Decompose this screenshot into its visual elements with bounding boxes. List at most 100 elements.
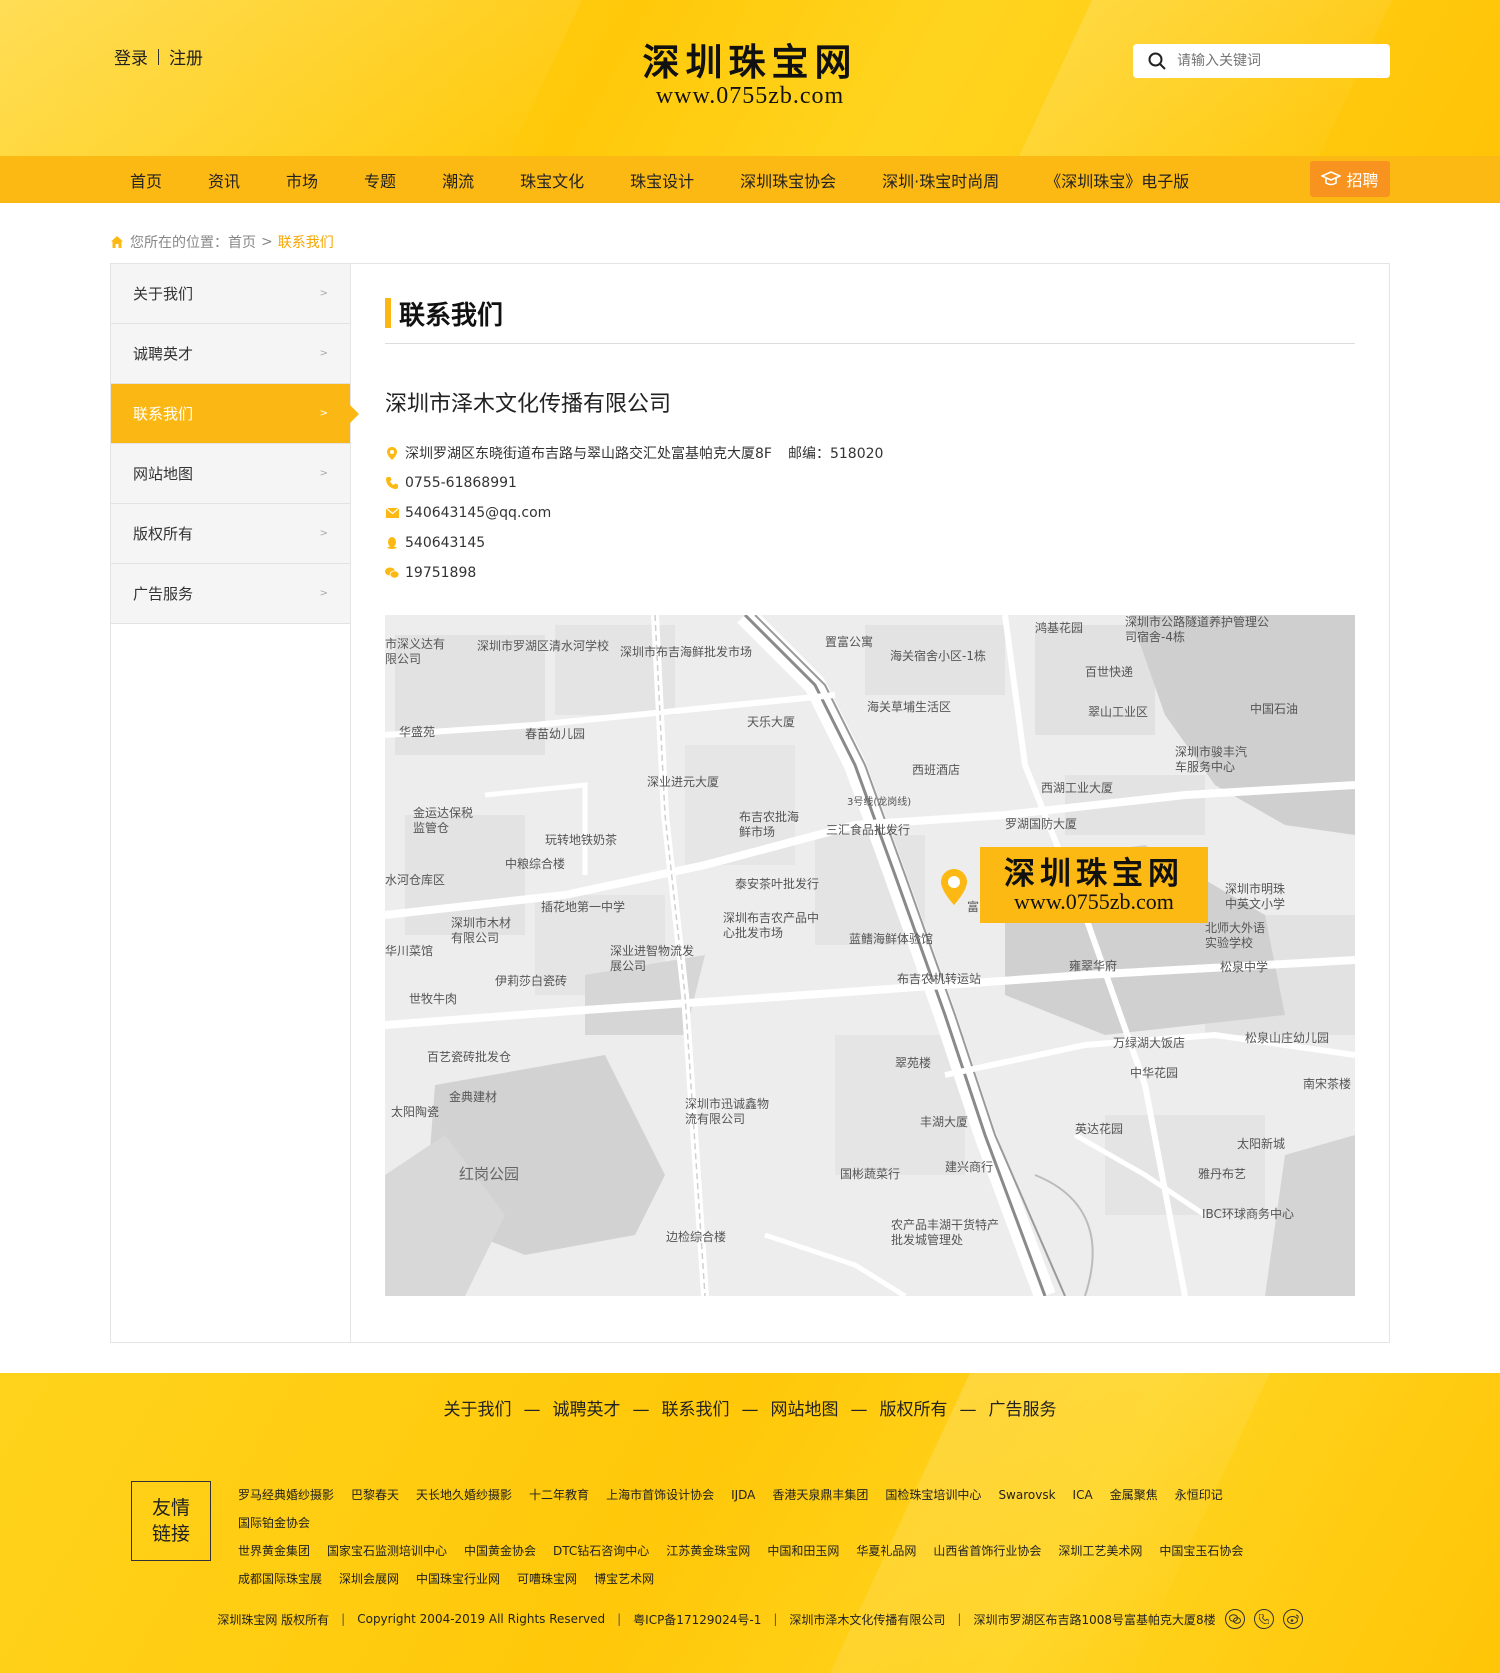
copyright-site: 深圳珠宝网 版权所有 bbox=[217, 1612, 330, 1627]
footer-link-copyright[interactable]: 版权所有 bbox=[880, 1395, 948, 1420]
friend-link[interactable]: 深圳工艺美术网 bbox=[1058, 1537, 1142, 1565]
nav-trends[interactable]: 潮流 bbox=[442, 168, 474, 192]
friend-link[interactable]: 深圳会展网 bbox=[339, 1565, 399, 1593]
title-accent-bar bbox=[385, 298, 391, 328]
chevron-right-icon: > bbox=[319, 408, 328, 419]
map-badge-url: www.0755zb.com bbox=[1014, 889, 1174, 914]
search-input[interactable] bbox=[1177, 53, 1367, 69]
site-logo[interactable]: 深圳珠宝网 www.0755zb.com bbox=[640, 40, 860, 108]
sidebar-item-about[interactable]: 关于我们 > bbox=[111, 264, 350, 324]
sidebar-item-contact[interactable]: 联系我们 > bbox=[111, 384, 359, 444]
map-label: 西湖工业大厦 bbox=[1041, 781, 1114, 795]
friend-link[interactable]: 中国黄金协会 bbox=[464, 1537, 536, 1565]
recruit-button[interactable]: 招聘 bbox=[1310, 161, 1390, 197]
weibo-icon[interactable] bbox=[1282, 1609, 1303, 1629]
icp-number[interactable]: 粤ICP备17129024号-1 bbox=[633, 1611, 761, 1628]
sidebar-item-label: 版权所有 bbox=[133, 525, 194, 543]
friend-link[interactable]: 国检珠宝培训中心 bbox=[885, 1481, 981, 1509]
map-label: 百艺瓷砖批发仓 bbox=[427, 1050, 512, 1064]
map-label: 深圳市骏丰汽车服务中心 bbox=[1175, 745, 1248, 774]
footer-link-sitemap[interactable]: 网站地图 bbox=[771, 1395, 839, 1420]
friend-link[interactable]: 世界黄金集团 bbox=[238, 1537, 310, 1565]
friend-link[interactable]: 国家宝石监测培训中心 bbox=[327, 1537, 447, 1565]
map-label: 英达花园 bbox=[1075, 1122, 1124, 1136]
friend-link[interactable]: 山西省首饰行业协会 bbox=[933, 1537, 1041, 1565]
login-link[interactable]: 登录 bbox=[114, 44, 148, 69]
map-label: 金典建材 bbox=[449, 1090, 498, 1104]
nav-topics[interactable]: 专题 bbox=[364, 168, 396, 192]
company-name: 深圳市泽木文化传播有限公司 bbox=[385, 392, 672, 417]
phone-icon[interactable] bbox=[1253, 1609, 1274, 1629]
nav-fashion-week[interactable]: 深圳·珠宝时尚周 bbox=[882, 168, 999, 192]
sidebar-item-ads[interactable]: 广告服务 > bbox=[111, 564, 350, 624]
footer-nav-separator: — bbox=[850, 1400, 868, 1420]
register-link[interactable]: 注册 bbox=[169, 44, 203, 69]
friend-link[interactable]: 香港天泉鼎丰集团 bbox=[772, 1481, 868, 1509]
friend-link[interactable]: 中国珠宝行业网 bbox=[416, 1565, 500, 1593]
footer-nav: 关于我们 — 诚聘英才 — 联系我们 — 网站地图 — 版权所有 — 广告服务 bbox=[0, 1395, 1500, 1420]
friend-link[interactable]: 天长地久婚纱摄影 bbox=[416, 1481, 512, 1509]
breadcrumb-home[interactable]: 首页 bbox=[228, 232, 256, 252]
content-box: 关于我们 > 诚聘英才 > 联系我们 > 网站地图 > 版权所有 > 广告服务 > 联系我们… bbox=[110, 263, 1390, 1343]
nav-news[interactable]: 资讯 bbox=[208, 168, 240, 192]
friend-link[interactable]: 十二年教育 bbox=[529, 1481, 589, 1509]
search-icon[interactable] bbox=[1147, 51, 1167, 71]
map-label: 深圳市迅诚鑫物流有限公司 bbox=[685, 1097, 770, 1126]
footer-link-contact[interactable]: 联系我们 bbox=[662, 1395, 730, 1420]
map-label: 翠苑楼 bbox=[895, 1056, 932, 1070]
friend-link[interactable]: 博宝艺术网 bbox=[594, 1565, 654, 1593]
friend-link[interactable]: 金属聚焦 bbox=[1110, 1481, 1158, 1509]
friend-link[interactable]: IJDA bbox=[731, 1481, 755, 1509]
friend-link[interactable]: ICA bbox=[1073, 1481, 1093, 1509]
friend-link[interactable]: 巴黎春天 bbox=[351, 1481, 399, 1509]
nav-association[interactable]: 深圳珠宝协会 bbox=[740, 168, 836, 192]
email-text[interactable]: 540643145@qq.com bbox=[405, 505, 551, 521]
map-label: 松泉中学 bbox=[1220, 960, 1269, 974]
friend-link[interactable]: Swarovsk bbox=[998, 1481, 1055, 1509]
wechat-icon bbox=[385, 566, 399, 580]
friend-link[interactable]: 成都国际珠宝展 bbox=[238, 1565, 322, 1593]
footer-link-about[interactable]: 关于我们 bbox=[444, 1395, 512, 1420]
friend-link[interactable]: 上海市首饰设计协会 bbox=[606, 1481, 714, 1509]
map-label: 中华花园 bbox=[1130, 1066, 1179, 1080]
nav-home[interactable]: 首页 bbox=[130, 168, 162, 192]
map-label: 雅丹布艺 bbox=[1198, 1167, 1247, 1181]
map-label: 世牧牛肉 bbox=[409, 992, 458, 1006]
sidebar-item-sitemap[interactable]: 网站地图 > bbox=[111, 444, 350, 504]
friend-link[interactable]: 罗马经典婚纱摄影 bbox=[238, 1481, 334, 1509]
friend-link[interactable]: 中国宝玉石协会 bbox=[1159, 1537, 1243, 1565]
nav-jewelry-design[interactable]: 珠宝设计 bbox=[630, 168, 694, 192]
sidebar-item-careers[interactable]: 诚聘英才 > bbox=[111, 324, 350, 384]
friend-link[interactable]: DTC钻石咨询中心 bbox=[553, 1537, 649, 1565]
map-label: 中国石油 bbox=[1250, 702, 1299, 716]
sidebar-item-label: 广告服务 bbox=[133, 585, 194, 603]
nav-jewelry-culture[interactable]: 珠宝文化 bbox=[520, 168, 584, 192]
location-pin-icon bbox=[385, 446, 399, 460]
phone-text: 0755-61868991 bbox=[405, 475, 517, 491]
friend-link[interactable]: 江苏黄金珠宝网 bbox=[666, 1537, 750, 1565]
map-label: 海关草埔生活区 bbox=[867, 700, 952, 714]
footer-link-ads[interactable]: 广告服务 bbox=[989, 1395, 1057, 1420]
breadcrumb-current[interactable]: 联系我们 bbox=[278, 232, 334, 252]
friend-link[interactable]: 华夏礼品网 bbox=[856, 1537, 916, 1565]
postcode-text: 邮编：518020 bbox=[787, 446, 884, 462]
friend-link[interactable]: 国际铂金协会 bbox=[238, 1509, 310, 1537]
friend-label-line: 链接 bbox=[151, 1523, 190, 1545]
footer-link-careers[interactable]: 诚聘英才 bbox=[553, 1395, 621, 1420]
map-label: 天乐大厦 bbox=[747, 715, 796, 729]
chevron-right-icon: > bbox=[319, 588, 328, 599]
friend-link[interactable]: 可嘈珠宝网 bbox=[517, 1565, 577, 1593]
nav-e-magazine[interactable]: 《深圳珠宝》电子版 bbox=[1045, 168, 1189, 192]
map-label: 太阳陶瓷 bbox=[391, 1105, 440, 1119]
friend-link[interactable]: 中国和田玉网 bbox=[767, 1537, 839, 1565]
footer-nav-separator: — bbox=[741, 1400, 759, 1420]
map-label: 农产品丰湖干货特产批发城管理处 bbox=[891, 1218, 1000, 1247]
copyright-separator: | bbox=[773, 1612, 778, 1626]
location-map[interactable]: 深圳市罗湖区清水河学校 深圳市布吉海鲜批发市场 置富公寓 海关宿舍小区-1栋 鸿… bbox=[385, 615, 1355, 1296]
friend-link[interactable]: 永恒印记 bbox=[1175, 1481, 1223, 1509]
nav-market[interactable]: 市场 bbox=[286, 168, 318, 192]
sidebar-item-copyright[interactable]: 版权所有 > bbox=[111, 504, 350, 564]
wechat-icon[interactable] bbox=[1224, 1609, 1245, 1629]
logo-title: 深圳珠宝网 bbox=[642, 40, 858, 84]
map-label: 三汇食品批发行 bbox=[826, 823, 911, 837]
